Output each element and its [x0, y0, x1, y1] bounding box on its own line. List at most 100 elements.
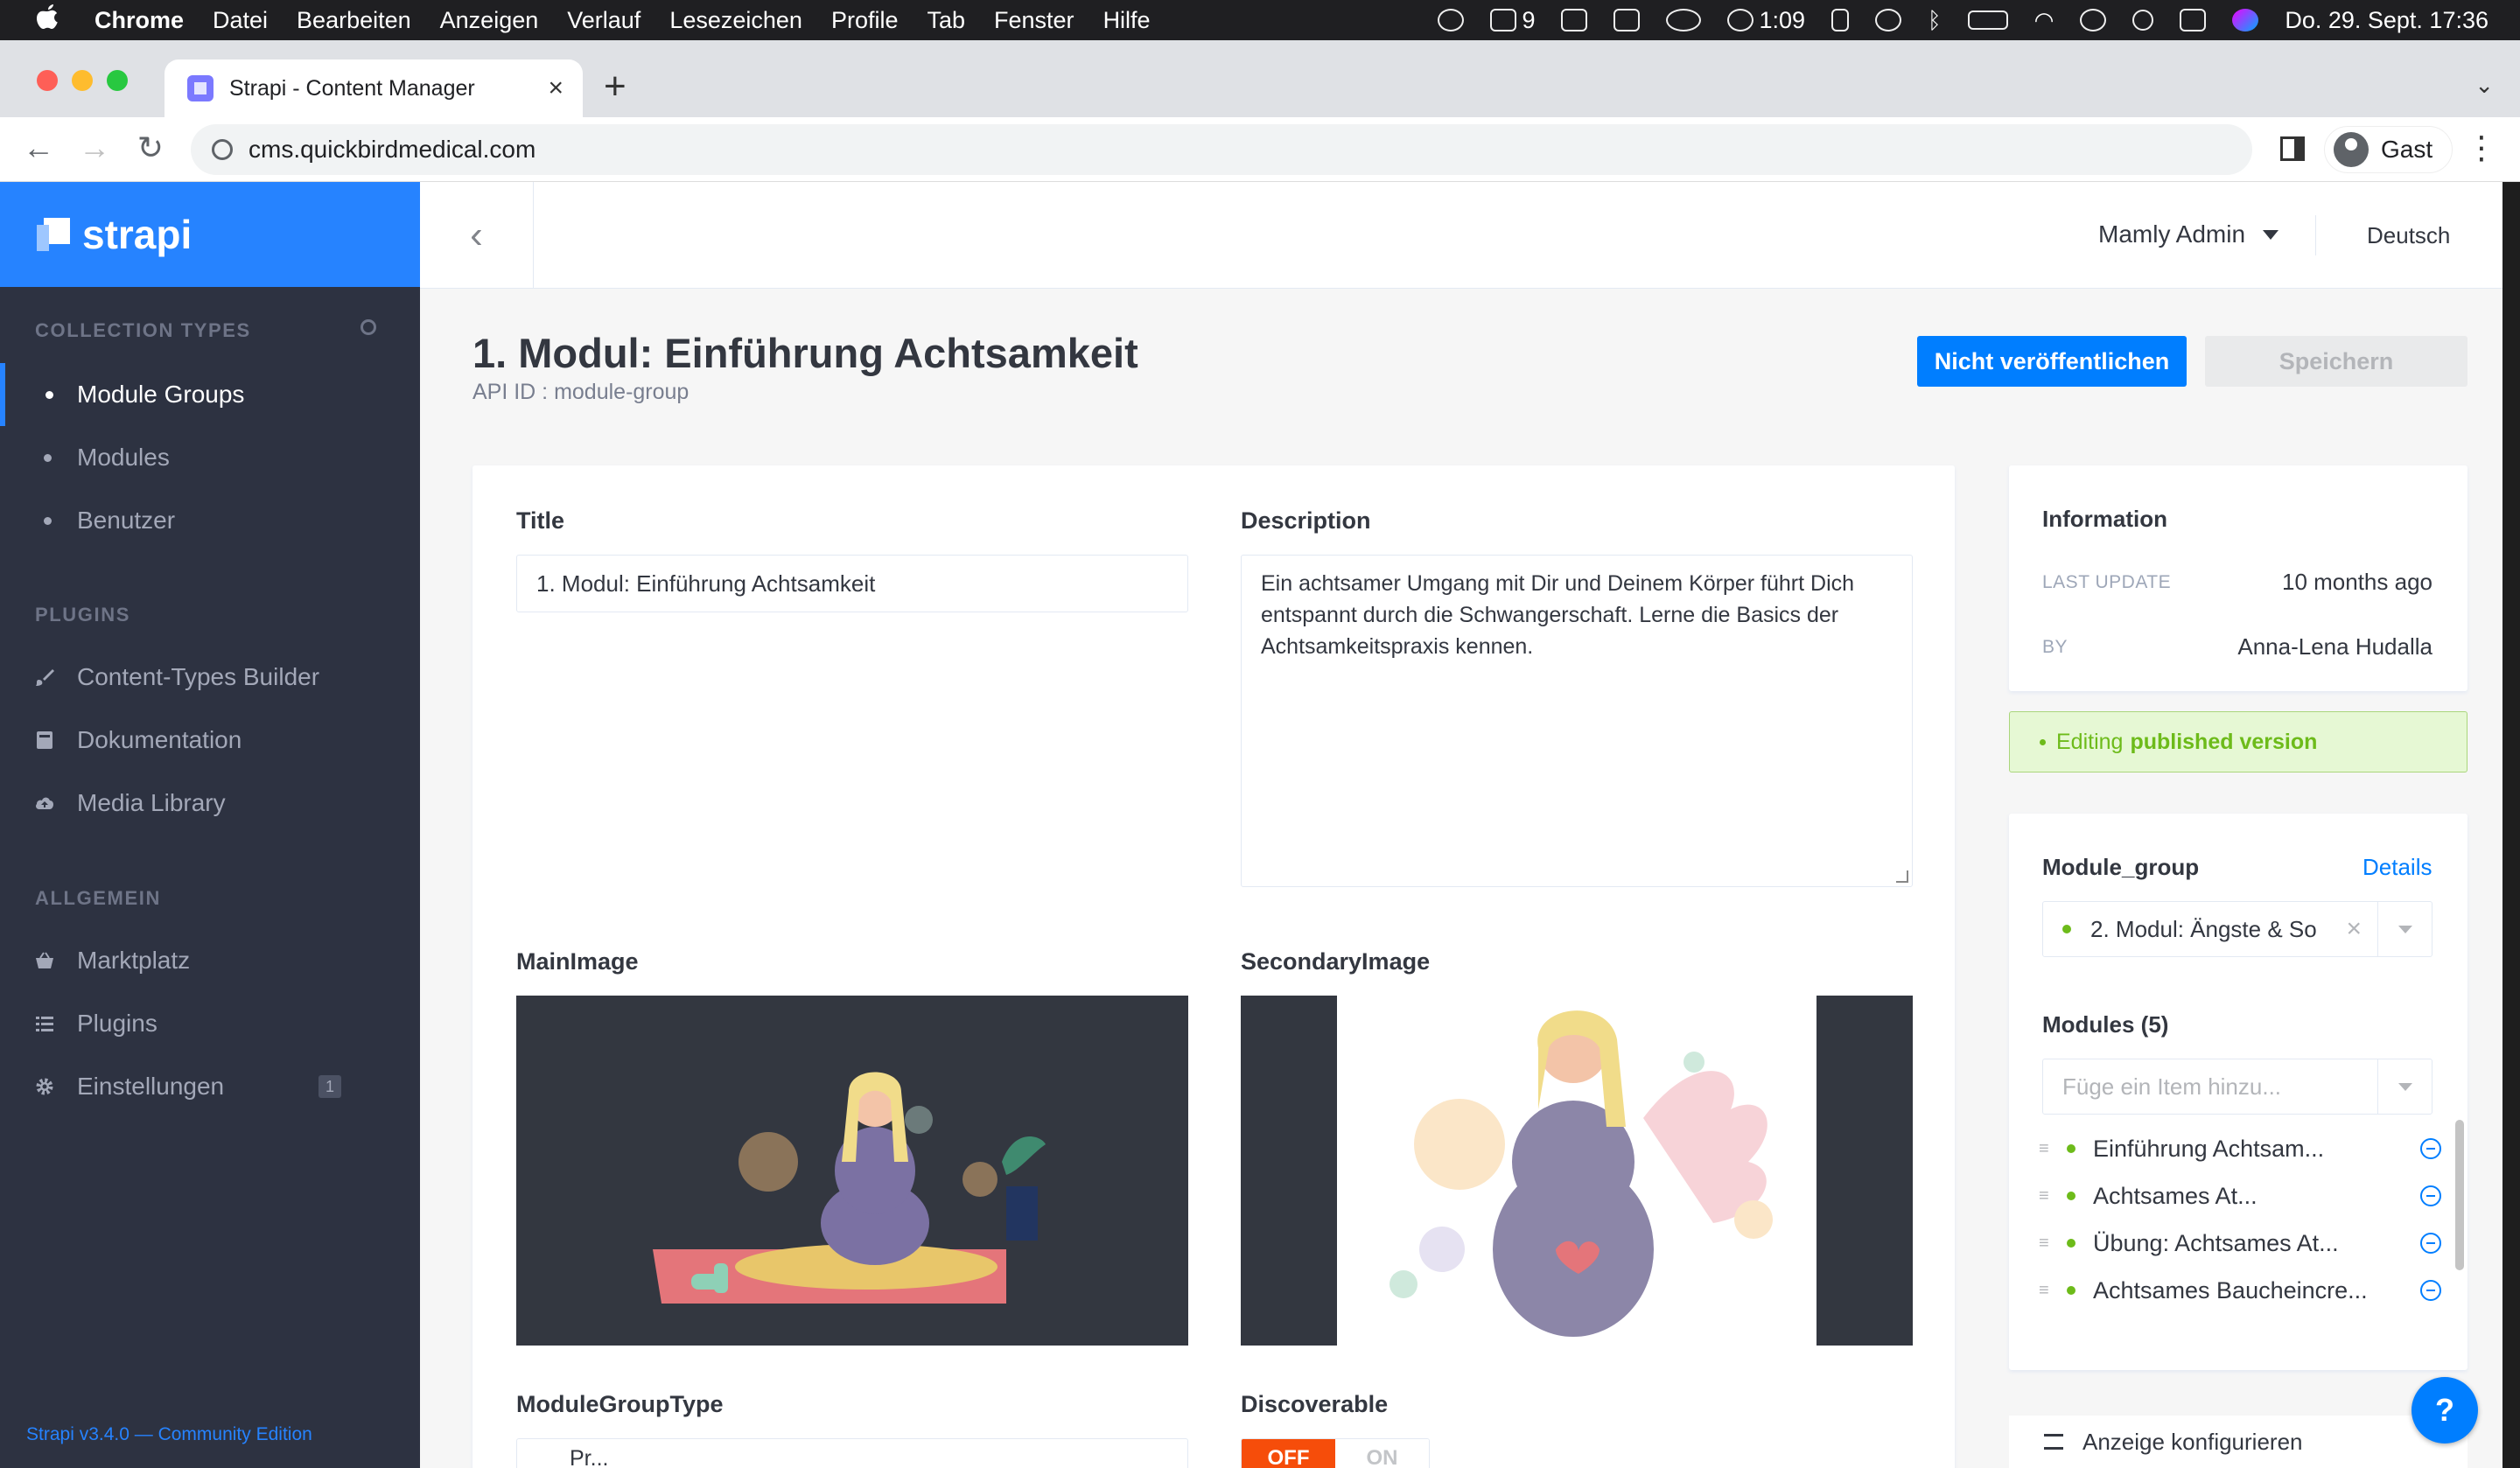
modules-scrollbar[interactable] — [2455, 1120, 2464, 1270]
sidebar-item-einstellungen[interactable]: Einstellungen 1 — [0, 1055, 420, 1118]
title-input[interactable]: 1. Modul: Einführung Achtsamkeit — [516, 555, 1188, 612]
modules-add-select[interactable]: Füge ein Item hinzu... — [2042, 1059, 2432, 1115]
wifi-icon[interactable]: ◠ — [2034, 7, 2054, 34]
description-textarea[interactable]: Ein achtsamer Umgang mit Dir und Deinem … — [1241, 555, 1913, 887]
apple-menu-icon[interactable] — [35, 3, 61, 38]
play-icon[interactable] — [1875, 9, 1902, 31]
drag-handle-icon[interactable]: ≡ — [2039, 1139, 2051, 1159]
cloud-sync-icon[interactable] — [1438, 9, 1465, 31]
remove-minus-icon[interactable] — [2420, 1185, 2441, 1206]
module-list-item[interactable]: ≡ Achtsames At... — [2039, 1172, 2441, 1220]
window-close-button[interactable] — [37, 70, 58, 91]
module-name: Einführung Achtsam... — [2093, 1135, 2325, 1162]
module-list-item[interactable]: ≡ Einführung Achtsam... — [2039, 1125, 2441, 1172]
reload-icon[interactable]: ↻ — [131, 129, 170, 166]
drag-handle-icon[interactable]: ≡ — [2039, 1281, 2051, 1301]
discoverable-toggle[interactable]: OFF ON — [1241, 1438, 1430, 1468]
box-icon[interactable] — [1561, 9, 1588, 31]
notes-status: 9 — [1490, 7, 1535, 34]
menu-lesezeichen[interactable]: Lesezeichen — [669, 7, 802, 34]
toggle-on-option[interactable]: ON — [1335, 1439, 1429, 1468]
back-chevron-icon[interactable]: ‹ — [420, 182, 534, 289]
tab-close-icon[interactable]: × — [548, 73, 564, 103]
menu-verlauf[interactable]: Verlauf — [567, 7, 640, 34]
strapi-version[interactable]: Strapi v3.4.0 — Community Edition — [26, 1424, 312, 1445]
sidebar-item-media-library[interactable]: Media Library — [0, 772, 420, 835]
sidebar-item-module-groups[interactable]: Module Groups — [0, 363, 420, 426]
module-group-type-select[interactable]: Pr... — [516, 1438, 1188, 1468]
drag-handle-icon[interactable]: ≡ — [2039, 1186, 2051, 1206]
menubar-datetime[interactable]: Do. 29. Sept. 17:36 — [2285, 7, 2488, 34]
remove-minus-icon[interactable] — [2420, 1138, 2441, 1159]
language-switch[interactable]: Deutsch — [2367, 222, 2450, 249]
remove-minus-icon[interactable] — [2420, 1280, 2441, 1301]
remove-minus-icon[interactable] — [2420, 1233, 2441, 1254]
icloud-icon[interactable] — [1666, 9, 1702, 31]
dropdown-caret-icon[interactable] — [2377, 902, 2432, 956]
address-bar[interactable]: cms.quickbirdmedical.com — [191, 124, 2252, 175]
sidebar-item-label: Plugins — [77, 1010, 158, 1037]
general-heading: ALLGEMEIN — [35, 887, 161, 909]
window-zoom-button[interactable] — [107, 70, 128, 91]
toggle-off-option[interactable]: OFF — [1242, 1439, 1335, 1468]
details-link[interactable]: Details — [2362, 854, 2432, 881]
sidebar-item-marktplatz[interactable]: Marktplatz — [0, 929, 420, 992]
menu-datei[interactable]: Datei — [213, 7, 268, 34]
clear-x-icon[interactable]: × — [2346, 914, 2362, 944]
menu-app-name[interactable]: Chrome — [94, 7, 184, 34]
module-list-item[interactable]: ≡ Übung: Achtsames At... — [2039, 1220, 2441, 1267]
side-panel-icon[interactable] — [2280, 136, 2305, 161]
window-minimize-button[interactable] — [72, 70, 93, 91]
battery-icon[interactable] — [1967, 10, 2008, 30]
bullet-icon — [46, 390, 53, 399]
timer-status[interactable]: 1:09 — [1727, 7, 1805, 34]
sidebar-item-modules[interactable]: Modules — [0, 426, 420, 489]
sidebar-item-dokumentation[interactable]: Dokumentation — [0, 709, 420, 772]
module-group-select[interactable]: 2. Modul: Ängste & So × — [2042, 901, 2432, 957]
notes-icon[interactable] — [1490, 9, 1517, 31]
siri-icon[interactable] — [2232, 9, 2259, 31]
module-list-item[interactable]: ≡ Achtsames Baucheincre... — [2039, 1267, 2441, 1314]
save-button[interactable]: Speichern — [2205, 336, 2468, 387]
site-info-icon[interactable] — [212, 139, 233, 160]
profile-button[interactable]: Gast — [2324, 126, 2454, 173]
dropdown-caret-icon[interactable] — [2377, 1059, 2432, 1114]
modules-label: Modules (5) — [2042, 1011, 2169, 1038]
phone-icon[interactable] — [1831, 9, 1850, 31]
sidebar-item-plugins[interactable]: Plugins — [0, 992, 420, 1055]
secondary-image-preview[interactable] — [1241, 996, 1913, 1346]
main-image-preview[interactable] — [516, 996, 1188, 1346]
sidebar-item-benutzer[interactable]: Benutzer — [0, 489, 420, 552]
user-switch-icon[interactable] — [2080, 9, 2107, 31]
menu-anzeigen[interactable]: Anzeigen — [440, 7, 539, 34]
new-tab-plus-icon[interactable]: + — [604, 65, 626, 108]
menu-bearbeiten[interactable]: Bearbeiten — [297, 7, 411, 34]
forward-arrow-icon[interactable]: → — [75, 129, 114, 166]
browser-menu-kebab-icon[interactable]: ⋮ — [2466, 129, 2497, 166]
menu-fenster[interactable]: Fenster — [994, 7, 1074, 34]
menu-hilfe[interactable]: Hilfe — [1103, 7, 1151, 34]
unpublish-button[interactable]: Nicht veröffentlichen — [1917, 336, 2187, 387]
drag-handle-icon[interactable]: ≡ — [2039, 1234, 2051, 1254]
spotlight-search-icon[interactable] — [2132, 10, 2154, 31]
resize-grip-icon[interactable] — [1896, 870, 1908, 883]
control-center-icon[interactable] — [2180, 9, 2207, 31]
menu-tab[interactable]: Tab — [927, 7, 965, 34]
tab-search-chevron-icon[interactable]: ⌄ — [2474, 72, 2494, 99]
drive-icon[interactable] — [1614, 9, 1641, 31]
sidebar-item-content-types-builder[interactable]: Content-Types Builder — [0, 646, 420, 709]
published-dot-icon — [2062, 925, 2071, 933]
user-menu[interactable]: Mamly Admin — [2098, 220, 2279, 248]
help-button[interactable]: ? — [2412, 1377, 2478, 1444]
collection-search-icon[interactable] — [360, 319, 376, 335]
published-dot-icon — [2067, 1239, 2076, 1248]
title-label: Title — [516, 507, 565, 534]
strapi-brand[interactable]: strapi — [0, 182, 420, 287]
menu-profile[interactable]: Profile — [831, 7, 899, 34]
bluetooth-icon[interactable]: ᛒ — [1928, 7, 1942, 34]
configure-view-link[interactable]: Anzeige konfigurieren — [2009, 1416, 2468, 1468]
back-arrow-icon[interactable]: ← — [19, 129, 58, 166]
browser-tab-active[interactable]: Strapi - Content Manager × — [164, 59, 583, 117]
secondary-image-label: SecondaryImage — [1241, 948, 1431, 975]
sidebar-item-label: Media Library — [77, 789, 226, 816]
